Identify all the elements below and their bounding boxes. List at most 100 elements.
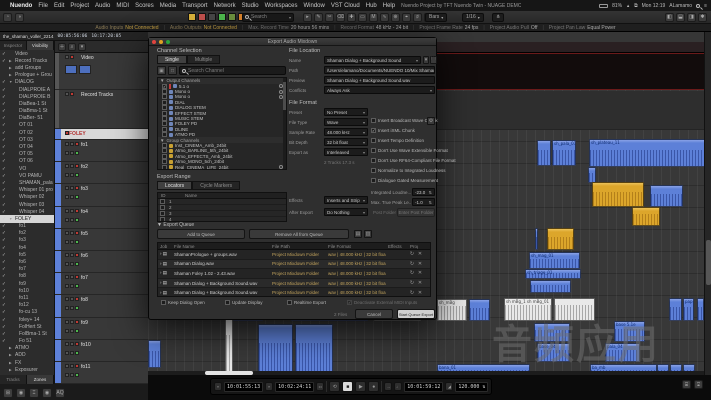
- audio-event[interactable]: [669, 298, 682, 321]
- audio-event[interactable]: pap: [683, 298, 694, 321]
- rerun-export-icon[interactable]: ↻: [408, 270, 416, 276]
- menu-vst-cloud[interactable]: VST Cloud: [331, 3, 360, 9]
- visibility-item-whisper-04[interactable]: ✓Whisper 04: [0, 208, 54, 215]
- setup-window-icon[interactable]: ✱: [698, 13, 707, 22]
- track-header-fo10[interactable]: fo10: [55, 340, 148, 362]
- tab-tracks[interactable]: Tracks: [0, 375, 27, 384]
- visibility-item-vo-pamu[interactable]: ✓VO PAMU: [0, 172, 54, 179]
- channel-tree-scrollbar[interactable]: [283, 78, 286, 169]
- visibility-item-diabea-1-st[interactable]: ✓DiaBea-1 St: [0, 100, 54, 107]
- loudness-value-field[interactable]: -1.0⇅: [412, 198, 435, 206]
- range-tool-icon[interactable]: ▭: [358, 13, 367, 22]
- visibility-item-fo12[interactable]: ✓fo12: [0, 302, 54, 309]
- audio-event[interactable]: [225, 318, 233, 372]
- track-header-video[interactable]: Video: [55, 53, 148, 90]
- cycle-button[interactable]: ⟲: [329, 381, 340, 392]
- menu-midi[interactable]: MIDI: [116, 3, 129, 9]
- visibility-item-fo8[interactable]: ✓fo8: [0, 273, 54, 280]
- export-queue-header[interactable]: ▼ Export Queue: [157, 222, 194, 228]
- split-tool-icon[interactable]: ✂: [325, 13, 334, 22]
- remove-all-from-queue-button[interactable]: Remove All from Queue: [249, 229, 349, 239]
- channel-item[interactable]: Real_CINEMA_LIFE_24bit: [158, 164, 286, 169]
- menu-transport[interactable]: Transport: [182, 3, 207, 9]
- spotlight-icon[interactable]: [696, 4, 700, 8]
- visibility-item-whisper-02[interactable]: ✓Whisper 02: [0, 194, 54, 201]
- visibility-item-vo[interactable]: ✓VO: [0, 165, 54, 172]
- sample-rate-select[interactable]: 48.000 kHz▾: [324, 128, 368, 136]
- menubar-clock[interactable]: Mon 12:19: [642, 3, 666, 9]
- toolbar-search[interactable]: Search ▾: [242, 13, 294, 22]
- track-header-fo8[interactable]: fo8: [55, 295, 148, 317]
- left-locator-time[interactable]: 10:01:55:13: [224, 382, 263, 392]
- window-zones-left-icon[interactable]: ◧: [665, 13, 674, 22]
- status-project-audio-pull[interactable]: Project Audio PullOff: [490, 25, 538, 31]
- visibility-item-fo-51[interactable]: ✓Fo 51: [0, 338, 54, 345]
- tab-inspector[interactable]: Inspector: [0, 41, 27, 50]
- audio-event[interactable]: [535, 228, 538, 250]
- visibility-item-fo1[interactable]: ✓fo1: [0, 223, 54, 230]
- visibility-item-dialog[interactable]: ✓▼DIALOG: [0, 79, 54, 86]
- visibility-item-foley-14[interactable]: ✓foley+ 14: [0, 316, 54, 323]
- glue-tool-icon[interactable]: ✚: [347, 13, 356, 22]
- track-header-fo1[interactable]: fo1: [55, 140, 148, 162]
- play-tool-icon[interactable]: ⌖: [402, 13, 411, 22]
- rerun-export-icon[interactable]: ↻: [408, 261, 416, 267]
- activity-monitor-icon[interactable]: ◔: [3, 13, 12, 22]
- status-record-format[interactable]: Record Format48 kHz - 24 bit: [341, 25, 409, 31]
- add-to-queue-button[interactable]: Add to Queue: [157, 229, 245, 239]
- audio-event[interactable]: [650, 185, 683, 207]
- status-project-frame-rate[interactable]: Project Frame Rate24 fps: [419, 25, 478, 31]
- checkbox-insert-ixml-chunk[interactable]: ✓Insert iXML Chunk: [371, 128, 415, 133]
- vertical-scrollbar[interactable]: [704, 32, 711, 375]
- bwf-settings-gear-icon[interactable]: ⚙: [427, 117, 435, 125]
- queue-row[interactable]: › ▤Shaman Dialog + Background Sound.wavP…: [158, 288, 430, 297]
- grid-type-select[interactable]: Bars▾: [425, 13, 447, 22]
- checkbox-keep-dialog-open[interactable]: Keep Dialog Open: [161, 300, 205, 305]
- tempo-track-icon[interactable]: ◢: [445, 382, 453, 391]
- audio-event[interactable]: [469, 299, 490, 321]
- add-track-icon[interactable]: ＋: [58, 43, 66, 51]
- menubar-user[interactable]: ALamamo: [669, 3, 692, 9]
- delete-job-icon[interactable]: ✕: [416, 251, 424, 257]
- audio-event[interactable]: [547, 228, 574, 250]
- state-button-1[interactable]: [198, 13, 206, 21]
- checkbox-don-t-use-rf64-compliant-file-format[interactable]: Don't Use RF64-Compliant File Format: [371, 158, 456, 163]
- rerun-export-icon[interactable]: ↻: [408, 251, 416, 257]
- visibility-item-ot-06[interactable]: ✓OT 06: [0, 158, 54, 165]
- monitor-mode-icon[interactable]: ◉: [42, 388, 52, 398]
- setup-toolbar-icon[interactable]: ◑: [15, 13, 24, 22]
- zoom-tool-icon[interactable]: ⊕: [391, 13, 400, 22]
- quantize-select[interactable]: 1/16▾: [462, 13, 484, 22]
- queue-save-icon[interactable]: ▤: [354, 230, 362, 238]
- track-header-fo5[interactable]: fo5: [55, 229, 148, 251]
- visibility-item-add[interactable]: ▶ADD: [0, 352, 54, 359]
- state-button-0[interactable]: [188, 13, 196, 21]
- record-mode-icon[interactable]: ◉: [16, 388, 26, 398]
- visibility-item-whisper-03[interactable]: ✓Whisper 03: [0, 201, 54, 208]
- track-header-fo7[interactable]: fo7: [55, 273, 148, 295]
- visibility-item-fo2[interactable]: ✓fo2: [0, 230, 54, 237]
- track-header-fo3[interactable]: fo3: [55, 184, 148, 206]
- snap-icon[interactable]: ⋔: [492, 13, 504, 22]
- visibility-item-add-groups[interactable]: ▶add Groups: [0, 64, 54, 71]
- visibility-item-folhert-st[interactable]: ✓FolHert St: [0, 323, 54, 330]
- auto-quantize-icon[interactable]: AQ: [55, 388, 65, 398]
- rerun-export-icon[interactable]: ↻: [408, 290, 416, 296]
- menu-window[interactable]: Window: [304, 3, 325, 9]
- loudness-value-field[interactable]: -23.0⇅: [412, 188, 435, 196]
- visibility-item-fo10[interactable]: ✓fo10: [0, 287, 54, 294]
- checkbox-normalize-to-integrated-loudness[interactable]: Normalize to Integrated Loudness: [371, 168, 446, 173]
- track-header-fo9[interactable]: fo9: [55, 318, 148, 340]
- audio-event[interactable]: base 5.1e: [614, 321, 645, 342]
- visibility-item-exposurer[interactable]: ▶Exposurer: [0, 366, 54, 373]
- tempo-value[interactable]: 120.000 ⇅: [455, 382, 488, 392]
- delete-job-icon[interactable]: ✕: [416, 290, 424, 296]
- visibility-item-fo11[interactable]: ✓fo11: [0, 294, 54, 301]
- dialog-titlebar[interactable]: Export Audio Mixdown: [149, 38, 436, 46]
- playhead-position-time[interactable]: 10:01:59:12: [404, 382, 443, 392]
- select-tool-icon[interactable]: ▸: [303, 13, 312, 22]
- track-header-fo2[interactable]: fo2: [55, 162, 148, 184]
- audio-event[interactable]: [588, 167, 596, 183]
- visibility-item-fo4[interactable]: ✓fo4: [0, 244, 54, 251]
- status-max-record-time[interactable]: Max. Record Time20 hours 56 mins: [248, 25, 329, 31]
